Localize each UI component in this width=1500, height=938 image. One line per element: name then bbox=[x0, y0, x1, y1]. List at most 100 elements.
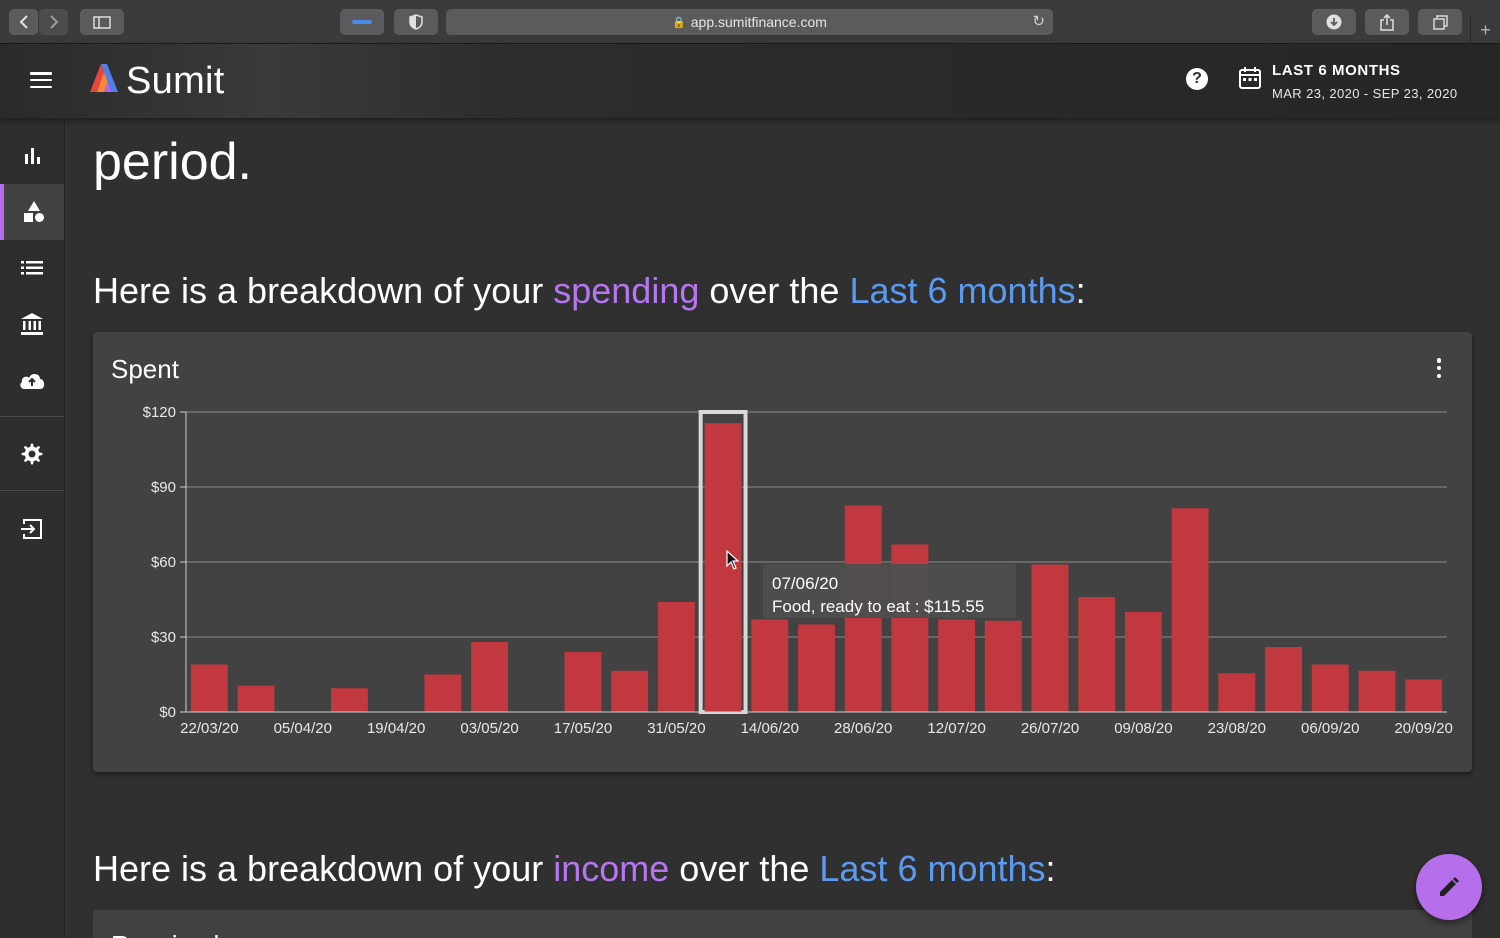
chart-bar bbox=[1405, 679, 1443, 712]
menu-icon[interactable] bbox=[30, 72, 52, 88]
period-link[interactable]: Last 6 months bbox=[819, 848, 1045, 889]
bank-icon bbox=[21, 313, 43, 335]
section-text: over the bbox=[699, 270, 850, 311]
sumit-logo-icon bbox=[90, 64, 118, 92]
date-range-title[interactable]: LAST 6 MONTHS bbox=[1272, 62, 1401, 79]
chart-bar bbox=[331, 688, 368, 712]
screen: 🔒 app.sumitfinance.com ↻ + Sumit ? LAST … bbox=[0, 0, 1500, 938]
section-text: Here is a breakdown of your bbox=[93, 270, 554, 311]
chart-x-tick-label: 22/03/20 bbox=[180, 720, 238, 737]
sidebar-divider bbox=[0, 490, 64, 491]
downloads-button[interactable] bbox=[1312, 9, 1356, 35]
chart-bar bbox=[938, 619, 976, 712]
sidebar-toggle-button[interactable] bbox=[80, 9, 124, 35]
period-link[interactable]: Last 6 months bbox=[849, 270, 1075, 311]
chart-x-tick-label: 19/04/20 bbox=[367, 720, 425, 737]
logout-icon bbox=[21, 519, 42, 539]
download-icon bbox=[1326, 14, 1342, 30]
chart-x-tick-label: 14/06/20 bbox=[741, 720, 799, 737]
chart-bar bbox=[1124, 612, 1162, 712]
chevron-left-icon bbox=[19, 15, 28, 29]
chart-bar bbox=[657, 602, 695, 712]
forward-button[interactable] bbox=[39, 9, 68, 35]
plus-icon: + bbox=[1480, 19, 1491, 40]
chart-x-tick-label: 28/06/20 bbox=[834, 720, 892, 737]
sidebar bbox=[0, 118, 65, 938]
sidebar-item-upload[interactable] bbox=[0, 352, 64, 408]
edit-fab-button[interactable] bbox=[1416, 854, 1482, 920]
income-section-title: Here is a breakdown of your income over … bbox=[93, 848, 1056, 890]
sidebar-item-settings[interactable] bbox=[0, 426, 64, 482]
app-header: Sumit ? LAST 6 MONTHS MAR 23, 2020 - SEP… bbox=[0, 44, 1500, 118]
chart-bar bbox=[798, 624, 835, 712]
income-keyword: income bbox=[553, 848, 670, 889]
chart-bar bbox=[237, 685, 275, 712]
section-text: : bbox=[1075, 270, 1086, 311]
chart-x-tick-label: 31/05/20 bbox=[647, 720, 705, 737]
chart-y-tick-label: $60 bbox=[151, 554, 176, 571]
chart-bar bbox=[471, 642, 509, 712]
tooltip-value: Food, ready to eat : $115.55 bbox=[772, 597, 985, 616]
share-icon bbox=[1380, 13, 1394, 31]
shield-icon bbox=[409, 14, 423, 30]
sidebar-item-accounts[interactable] bbox=[0, 296, 64, 352]
section-text: : bbox=[1045, 848, 1056, 889]
privacy-button[interactable] bbox=[394, 9, 438, 35]
chart-x-tick-label: 26/07/20 bbox=[1021, 720, 1079, 737]
reload-icon[interactable]: ↻ bbox=[1032, 12, 1045, 30]
chart-x-tick-label: 05/04/20 bbox=[274, 720, 332, 737]
address-bar[interactable]: 🔒 app.sumitfinance.com ↻ bbox=[446, 9, 1053, 35]
chart-y-tick-label: $0 bbox=[159, 704, 176, 721]
cloud-upload-icon bbox=[20, 373, 45, 389]
sidebar-item-categories[interactable] bbox=[0, 184, 64, 240]
pencil-icon bbox=[1440, 877, 1459, 896]
chart-y-tick-label: $30 bbox=[151, 629, 176, 646]
chart-bar bbox=[984, 620, 1022, 712]
sidebar-item-logout[interactable] bbox=[0, 501, 64, 557]
chart-bar bbox=[1265, 647, 1302, 712]
tabs-button[interactable] bbox=[1418, 9, 1462, 35]
spending-keyword: spending bbox=[553, 270, 700, 311]
chart-tooltip: 07/06/20 Food, ready to eat : $115.55 bbox=[763, 564, 1016, 618]
card-title: Received bbox=[111, 930, 219, 938]
tabs-icon bbox=[1432, 14, 1448, 30]
back-button[interactable] bbox=[9, 9, 38, 35]
sidebar-item-transactions[interactable] bbox=[0, 240, 64, 296]
bar-chart-icon bbox=[25, 148, 40, 164]
chart-bar bbox=[1358, 670, 1396, 712]
spent-bar-chart[interactable]: $0 $30 $60 $90 $120 22/03/20 05/04/20 19/04/20 0… bbox=[93, 332, 1472, 772]
chart-x-tick-label: 17/05/20 bbox=[554, 720, 612, 737]
page-heading: period. bbox=[93, 133, 252, 191]
chart-x-tick-label: 06/09/20 bbox=[1301, 720, 1359, 737]
new-tab-button[interactable]: + bbox=[1470, 16, 1500, 44]
section-text: over the bbox=[669, 848, 820, 889]
chart-bar bbox=[1311, 664, 1349, 712]
sidebar-item-overview[interactable] bbox=[0, 128, 64, 184]
section-text: Here is a breakdown of your bbox=[93, 848, 554, 889]
categories-icon bbox=[24, 201, 44, 222]
share-button[interactable] bbox=[1365, 9, 1409, 35]
extension-icon bbox=[352, 20, 372, 24]
chart-bar bbox=[190, 664, 228, 712]
extension-button[interactable] bbox=[340, 9, 384, 35]
chevron-right-icon bbox=[49, 15, 58, 29]
chart-bar bbox=[1218, 673, 1256, 712]
chart-bar bbox=[611, 670, 649, 712]
gear-icon bbox=[21, 443, 43, 465]
chart-bar bbox=[1078, 597, 1116, 712]
main-content: period. Here is a breakdown of your spen… bbox=[65, 118, 1500, 938]
chart-bar bbox=[751, 619, 789, 712]
help-icon[interactable]: ? bbox=[1186, 68, 1208, 90]
received-chart-card: Received bbox=[93, 910, 1472, 938]
chart-bar bbox=[564, 652, 602, 712]
spent-chart-card: Spent $0 $30 $60 $90 $120 22/03/20 05/04/20 19/… bbox=[93, 332, 1472, 772]
url-text: app.sumitfinance.com bbox=[690, 14, 827, 30]
mouse-cursor-icon bbox=[726, 550, 740, 570]
date-range-dates[interactable]: MAR 23, 2020 - SEP 23, 2020 bbox=[1272, 86, 1457, 101]
app-name[interactable]: Sumit bbox=[126, 60, 225, 103]
chart-y-tick-label: $90 bbox=[151, 479, 176, 496]
chart-x-tick-label: 09/08/20 bbox=[1114, 720, 1172, 737]
chart-x-tick-label: 12/07/20 bbox=[927, 720, 985, 737]
calendar-icon[interactable] bbox=[1238, 66, 1262, 90]
chart-x-tick-label: 03/05/20 bbox=[460, 720, 518, 737]
